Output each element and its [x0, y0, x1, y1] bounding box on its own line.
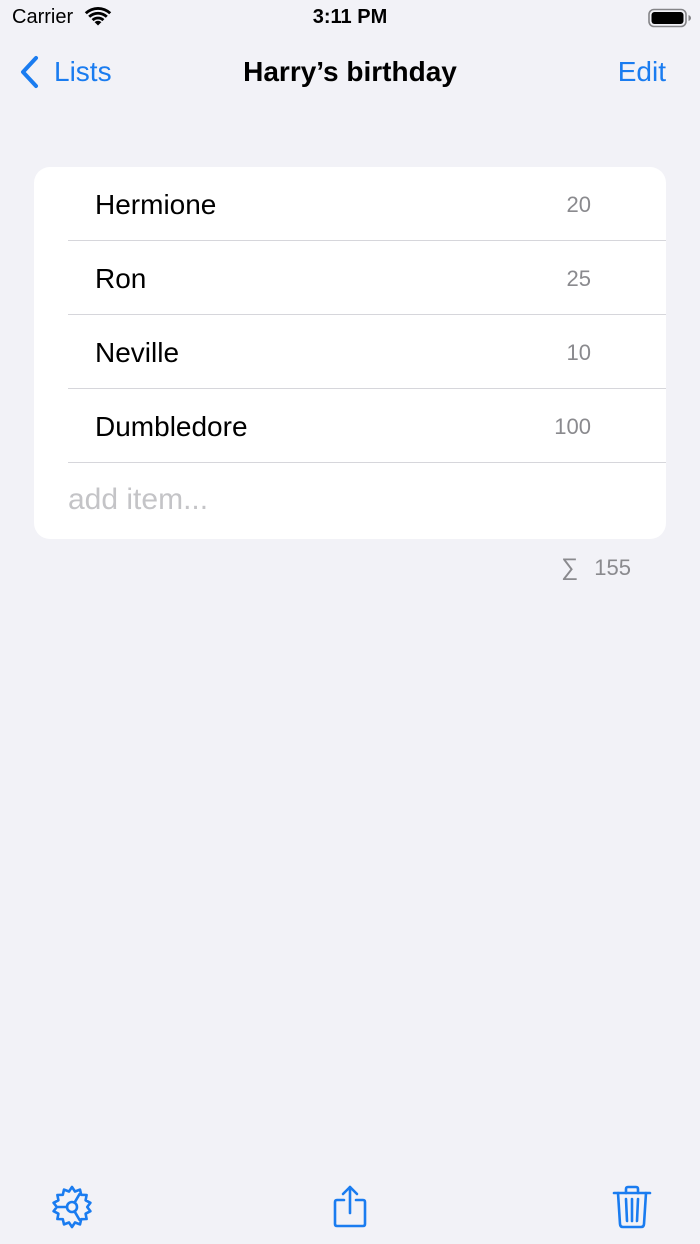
item-value: 100	[554, 414, 591, 439]
item-value: 20	[566, 192, 591, 217]
list-item[interactable]: Neville 10	[34, 315, 666, 389]
delete-button[interactable]	[609, 1184, 655, 1230]
back-button-label: Lists	[54, 56, 112, 87]
sum-value: 155	[594, 555, 631, 580]
back-button[interactable]: Lists	[18, 52, 112, 92]
share-button[interactable]	[327, 1184, 373, 1230]
add-item-input[interactable]	[68, 463, 628, 537]
sigma-icon: ∑	[561, 554, 579, 581]
share-icon	[333, 1185, 367, 1228]
trash-icon	[612, 1185, 652, 1229]
item-name: Neville	[95, 337, 180, 368]
sum-total: ∑ 155	[561, 553, 631, 583]
chevron-left-icon	[21, 56, 38, 88]
list-item[interactable]: Dumbledore 100	[34, 389, 666, 463]
item-value: 25	[566, 266, 591, 291]
list-item[interactable]: Hermione 20	[34, 167, 666, 241]
item-name: Hermione	[95, 189, 217, 220]
list-card: Hermione 20 Ron 25 Neville 10 Dumbledore…	[34, 167, 666, 539]
page-title: Harry’s birthday	[243, 56, 457, 87]
item-name: Dumbledore	[95, 411, 248, 442]
add-item-row	[34, 463, 666, 537]
item-value: 10	[566, 340, 591, 365]
gear-icon	[52, 1185, 92, 1229]
settings-button[interactable]	[49, 1184, 95, 1230]
list-item[interactable]: Ron 25	[34, 241, 666, 315]
item-name: Ron	[95, 263, 147, 294]
clock: 3:11 PM	[312, 6, 388, 28]
battery-icon	[648, 8, 692, 28]
edit-button[interactable]: Edit	[618, 52, 666, 92]
status-bar: Carrier 3:11 PM	[0, 0, 700, 36]
